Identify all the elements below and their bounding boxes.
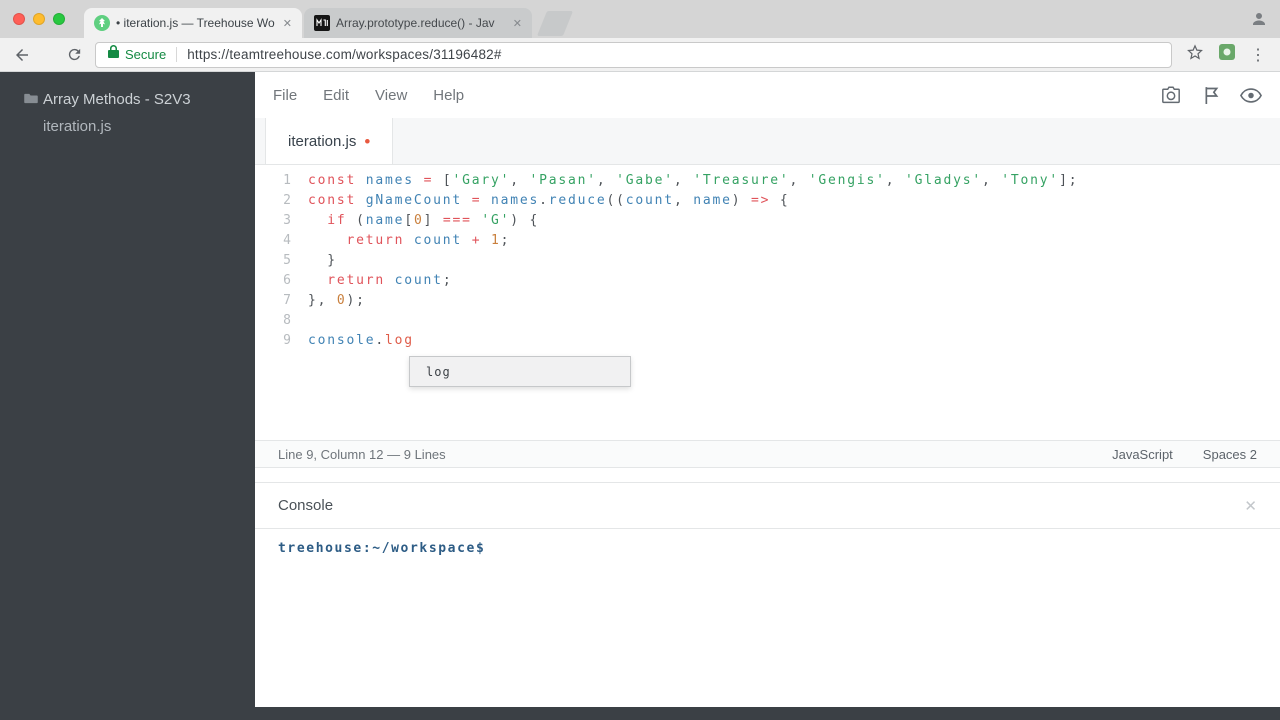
browser-menu-icon[interactable]: ⋮ bbox=[1250, 45, 1266, 65]
reload-button[interactable] bbox=[62, 43, 86, 67]
new-tab-button[interactable] bbox=[536, 11, 574, 36]
browser-titlebar: • iteration.js — Treehouse Wor ✕ Array.p… bbox=[0, 0, 1280, 38]
line-number: 7 bbox=[283, 293, 291, 308]
code-line[interactable]: 2 const gNameCount = names.reduce((count,… bbox=[255, 191, 1280, 211]
browser-tab-mdn[interactable]: Array.prototype.reduce() - Jav ✕ bbox=[304, 8, 532, 38]
code-line[interactable]: 9 console.log bbox=[255, 331, 1280, 351]
autocomplete-popup: log bbox=[409, 356, 631, 387]
file-name: iteration.js bbox=[43, 117, 112, 135]
line-code: if (name[0] === 'G') { bbox=[327, 213, 540, 228]
editor-tab-bar: iteration.js • bbox=[255, 118, 1280, 165]
code-line[interactable]: 3 if (name[0] === 'G') { bbox=[255, 211, 1280, 231]
browser-tab-title: • iteration.js — Treehouse Wor bbox=[116, 16, 275, 30]
snapshot-camera-icon[interactable] bbox=[1160, 84, 1182, 106]
fork-flag-icon[interactable] bbox=[1200, 84, 1222, 106]
browser-tab-title: Array.prototype.reduce() - Jav bbox=[336, 16, 495, 30]
editor-pane: File Edit View Help iteration.js • 1 con… bbox=[255, 72, 1280, 707]
line-number: 3 bbox=[283, 213, 291, 228]
sidebar-item-project[interactable]: Array Methods - S2V3 bbox=[24, 88, 255, 110]
url-separator bbox=[176, 47, 178, 62]
language-selector[interactable]: JavaScript bbox=[1112, 447, 1173, 462]
treehouse-favicon-icon bbox=[94, 15, 110, 31]
browser-toolbar: Secure https://teamtreehouse.com/workspa… bbox=[0, 38, 1280, 72]
editor-tab-iteration-js[interactable]: iteration.js • bbox=[265, 118, 394, 164]
console-title: Console bbox=[278, 497, 334, 514]
lock-icon bbox=[108, 45, 119, 64]
line-number: 1 bbox=[283, 173, 291, 188]
line-code: const gNameCount = names.reduce((count, … bbox=[308, 193, 790, 208]
line-code: return count + 1; bbox=[346, 233, 511, 248]
unsaved-dot-icon: • bbox=[364, 131, 371, 151]
panel-gap bbox=[255, 468, 1280, 482]
browser-tab-strip: • iteration.js — Treehouse Wor ✕ Array.p… bbox=[84, 0, 574, 38]
sidebar-item-file[interactable]: iteration.js bbox=[24, 115, 255, 137]
menubar-actions bbox=[1160, 84, 1262, 106]
preview-eye-icon[interactable] bbox=[1240, 84, 1262, 106]
toolbar-actions: ⋮ bbox=[1182, 43, 1270, 66]
tab-close-icon[interactable]: ✕ bbox=[281, 17, 294, 30]
menu-file[interactable]: File bbox=[273, 87, 297, 104]
secure-label: Secure bbox=[125, 47, 167, 62]
menu-help[interactable]: Help bbox=[433, 87, 464, 104]
editor-tab-name: iteration.js bbox=[288, 132, 357, 150]
terminal[interactable]: treehouse:~/workspace$ bbox=[255, 529, 1280, 707]
line-code: return count; bbox=[327, 273, 453, 288]
code-line[interactable]: 8 bbox=[255, 311, 1280, 331]
console-panel: Console ✕ treehouse:~/workspace$ bbox=[255, 482, 1280, 707]
line-code: }, 0); bbox=[308, 293, 366, 308]
terminal-prompt: treehouse:~/workspace$ bbox=[278, 541, 486, 556]
window-minimize-button[interactable] bbox=[33, 13, 45, 25]
statusbar-right: JavaScript Spaces 2 bbox=[1112, 447, 1257, 462]
line-number: 6 bbox=[283, 273, 291, 288]
line-code: } bbox=[308, 253, 337, 268]
console-close-icon[interactable]: ✕ bbox=[1244, 497, 1257, 515]
code-lines: 1 const names = ['Gary', 'Pasan', 'Gabe',… bbox=[255, 171, 1280, 351]
bookmark-star-icon[interactable] bbox=[1186, 43, 1204, 66]
menu-edit[interactable]: Edit bbox=[323, 87, 349, 104]
cursor-position-text: Line 9, Column 12 — 9 Lines bbox=[278, 446, 446, 462]
window-zoom-button[interactable] bbox=[53, 13, 65, 25]
mdn-favicon-icon bbox=[314, 15, 330, 31]
window-controls bbox=[13, 13, 65, 25]
browser-tab-workspace[interactable]: • iteration.js — Treehouse Wor ✕ bbox=[84, 8, 302, 38]
code-editor[interactable]: 1 const names = ['Gary', 'Pasan', 'Gabe',… bbox=[255, 165, 1280, 440]
tab-close-icon[interactable]: ✕ bbox=[511, 17, 524, 30]
console-header: Console ✕ bbox=[255, 483, 1280, 529]
line-number: 2 bbox=[283, 193, 291, 208]
code-line[interactable]: 1 const names = ['Gary', 'Pasan', 'Gabe',… bbox=[255, 171, 1280, 191]
indent-selector[interactable]: Spaces 2 bbox=[1203, 447, 1257, 462]
code-line[interactable]: 6 return count; bbox=[255, 271, 1280, 291]
line-number: 5 bbox=[283, 253, 291, 268]
code-line[interactable]: 4 return count + 1; bbox=[255, 231, 1280, 251]
autocomplete-item-log[interactable]: log bbox=[426, 365, 451, 379]
editor-statusbar: Line 9, Column 12 — 9 Lines JavaScript S… bbox=[255, 440, 1280, 468]
folder-icon bbox=[24, 91, 38, 108]
page-footer-bar bbox=[0, 707, 1280, 720]
file-sidebar: Array Methods - S2V3 iteration.js bbox=[0, 72, 255, 707]
profile-icon[interactable] bbox=[1250, 10, 1268, 33]
extension-icon[interactable] bbox=[1219, 44, 1235, 65]
back-button[interactable] bbox=[10, 43, 34, 67]
window-close-button[interactable] bbox=[13, 13, 25, 25]
line-number: 4 bbox=[283, 233, 291, 248]
project-name: Array Methods - S2V3 bbox=[43, 90, 191, 108]
url-text[interactable]: https://teamtreehouse.com/workspaces/311… bbox=[187, 47, 501, 62]
menu-view[interactable]: View bbox=[375, 87, 407, 104]
line-code: console.log bbox=[308, 333, 414, 348]
line-number: 9 bbox=[283, 333, 291, 348]
code-line[interactable]: 7 }, 0); bbox=[255, 291, 1280, 311]
workspace-menubar: File Edit View Help bbox=[255, 72, 1280, 118]
address-bar[interactable]: Secure https://teamtreehouse.com/workspa… bbox=[95, 41, 1172, 68]
line-number: 8 bbox=[283, 313, 291, 328]
code-line[interactable]: 5 } bbox=[255, 251, 1280, 271]
workspace-content: Array Methods - S2V3 iteration.js File E… bbox=[0, 72, 1280, 707]
line-code: const names = ['Gary', 'Pasan', 'Gabe', … bbox=[308, 173, 1079, 188]
